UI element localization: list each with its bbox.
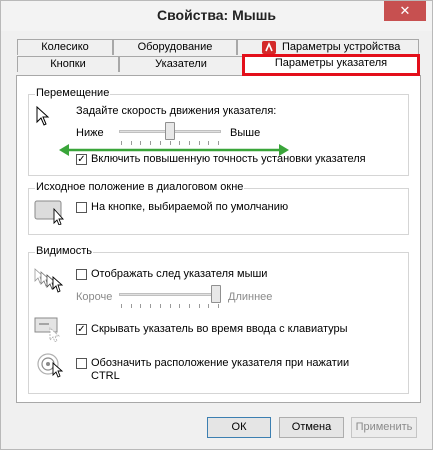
slider-tick	[160, 304, 161, 308]
snap-label: На кнопке, выбираемой по умолчанию	[91, 201, 289, 213]
tab-wheel-label: Колесико	[41, 41, 89, 53]
speed-slow-label: Ниже	[76, 127, 104, 139]
slider-tick	[179, 304, 180, 308]
trails-checkbox[interactable]	[76, 269, 87, 280]
precision-label: Включить повышенную точность установки у…	[91, 153, 366, 165]
trails-slider-ticks	[121, 304, 219, 308]
speed-label: Задайте скорость движения указателя:	[76, 105, 277, 117]
hide-pointer-checkbox[interactable]: ✓	[76, 324, 87, 335]
speed-slider-thumb[interactable]	[165, 122, 175, 140]
hide-pointer-label: Скрывать указатель во время ввода с клав…	[91, 323, 348, 335]
tab-pointers-label: Указатели	[155, 58, 207, 70]
close-icon: ✕	[399, 3, 411, 18]
slider-tick	[121, 304, 122, 308]
speed-fast-label: Выше	[230, 127, 261, 139]
trails-long-label: Длиннее	[228, 291, 273, 303]
snap-checkbox[interactable]	[76, 202, 87, 213]
ctrl-locate-label: Обозначить расположение указателя при на…	[91, 357, 350, 382]
precision-checkbox[interactable]: ✓	[76, 154, 87, 165]
motion-group-title: Перемещение	[35, 87, 111, 99]
tab-device-settings[interactable]: Параметры устройства	[237, 39, 419, 55]
tab-buttons-label: Кнопки	[50, 58, 86, 70]
mouse-properties-window: Свойства: Мышь ✕ Колесико Оборудование П…	[0, 0, 433, 450]
cancel-button[interactable]: Отмена	[279, 417, 344, 438]
ok-button[interactable]: ОК	[207, 417, 271, 438]
tab-pointers[interactable]: Указатели	[119, 56, 243, 72]
tab-hardware[interactable]: Оборудование	[113, 39, 237, 55]
trails-slider-thumb[interactable]	[211, 285, 221, 303]
device-settings-icon	[262, 41, 276, 54]
tab-hardware-label: Оборудование	[137, 41, 213, 53]
trails-label: Отображать след указателя мыши	[91, 268, 268, 280]
snap-to-icon	[34, 200, 65, 225]
trails-slider-track[interactable]	[119, 293, 221, 296]
pointer-trails-icon	[34, 268, 64, 293]
close-button[interactable]: ✕	[384, 1, 426, 21]
slider-tick	[140, 304, 141, 308]
highlight-frame	[242, 54, 420, 76]
snap-group-title: Исходное положение в диалоговом окне	[35, 181, 245, 193]
tab-buttons[interactable]: Кнопки	[17, 56, 119, 72]
visibility-group-title: Видимость	[35, 245, 93, 257]
slider-tick	[150, 304, 151, 308]
trails-short-label: Короче	[76, 291, 113, 303]
ctrl-locate-checkbox[interactable]	[76, 358, 87, 369]
slider-tick	[170, 304, 171, 308]
locate-pointer-icon	[37, 353, 64, 378]
tab-wheel[interactable]: Колесико	[17, 39, 113, 55]
slider-tick	[218, 304, 219, 308]
window-title: Свойства: Мышь	[157, 7, 276, 23]
title-bar: Свойства: Мышь ✕	[1, 1, 432, 31]
slider-tick	[189, 304, 190, 308]
slider-tick	[131, 304, 132, 308]
tab-device-settings-label: Параметры устройства	[282, 41, 401, 53]
slider-tick	[199, 304, 200, 308]
slider-tick	[208, 304, 209, 308]
hide-pointer-icon	[34, 317, 61, 342]
pointer-speed-icon	[36, 105, 50, 126]
apply-button[interactable]: Применить	[351, 417, 417, 438]
